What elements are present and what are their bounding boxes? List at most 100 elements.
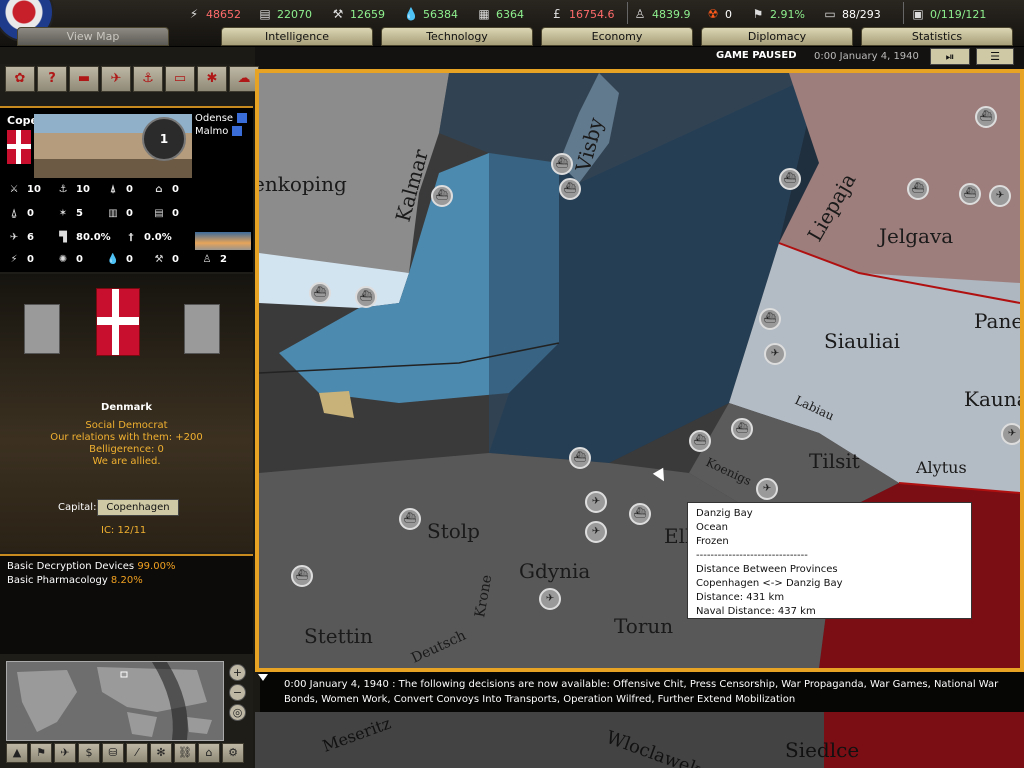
- alliance-text: We are allied.: [92, 456, 161, 467]
- aircraft-unit-icon[interactable]: ✈: [756, 478, 778, 500]
- aircraft-unit-icon[interactable]: ✈: [764, 343, 786, 365]
- coastal-fort-stat: ▤ 0: [152, 208, 179, 219]
- money-filter-icon[interactable]: $: [78, 743, 100, 763]
- ship-unit-icon[interactable]: ⛴: [907, 178, 929, 200]
- terrain-filter-icon[interactable]: ▲: [6, 743, 28, 763]
- adjacent-province-item[interactable]: Odense: [195, 112, 248, 125]
- rocket-icon: ⍋: [110, 184, 116, 195]
- map-lower-strip[interactable]: Meseritz Wloclawek Siedlce: [255, 712, 1024, 768]
- rocket-stat: ⍋ 0: [106, 184, 133, 195]
- partisan-filter-icon[interactable]: ⌂: [198, 743, 220, 763]
- supply-filter-icon[interactable]: ✈: [54, 743, 76, 763]
- head-of-state-portrait[interactable]: [24, 304, 60, 354]
- lower-map-canvas: Meseritz Wloclawek Siedlce: [320, 714, 859, 768]
- industry-filter-icon[interactable]: ⛓: [174, 743, 196, 763]
- resource-filter-icon[interactable]: ⛁: [102, 743, 124, 763]
- infrastructure-stat: ▜ 80.0%: [56, 232, 111, 243]
- radar-icon: ⌂: [155, 184, 163, 195]
- tab-view-map[interactable]: View Map: [17, 27, 169, 46]
- air-defense-stat: ✶ 5: [56, 208, 83, 219]
- air-mode-icon[interactable]: ✈: [101, 66, 131, 92]
- ship-unit-icon[interactable]: ⛴: [291, 565, 313, 587]
- ship-unit-icon[interactable]: ⛴: [629, 503, 651, 525]
- tab-diplomacy[interactable]: Diplomacy: [701, 27, 853, 46]
- capital-button[interactable]: Copenhagen: [97, 499, 179, 516]
- money-icon: £: [553, 7, 561, 21]
- province-flag: [7, 130, 31, 164]
- partisan-stat: † 0.0%: [124, 232, 172, 243]
- country-flag[interactable]: [96, 288, 140, 356]
- tech-item[interactable]: Basic Decryption Devices 99.00%: [7, 561, 175, 572]
- ship-unit-icon[interactable]: ⛴: [959, 183, 981, 205]
- ship-unit-icon[interactable]: ⛴: [569, 447, 591, 469]
- nuclear-resource: ☢ 0: [705, 5, 732, 23]
- divider: [903, 2, 904, 24]
- ship-unit-icon[interactable]: ⛴: [355, 286, 377, 308]
- manpower-icon: ♙: [202, 254, 212, 265]
- help-icon[interactable]: ?: [37, 66, 67, 92]
- diplomacy-filter-icon[interactable]: ✻: [150, 743, 172, 763]
- zoom-out-button[interactable]: −: [229, 684, 246, 701]
- navy-mode-icon[interactable]: ⚓: [133, 66, 163, 92]
- tab-statistics[interactable]: Statistics: [861, 27, 1013, 46]
- message-text: 0:00 January 4, 1940 : The following dec…: [284, 679, 999, 705]
- money-resource: £16754.6: [549, 5, 614, 23]
- convoys-icon: ▣: [912, 7, 924, 21]
- tab-technology[interactable]: Technology: [381, 27, 533, 46]
- capital-label: Capital:: [58, 502, 97, 513]
- country-name: Denmark: [101, 402, 152, 413]
- province-resources: ⚡ 0 ✺ 0 💧 0 ⚒ 0 ♙ 2: [0, 250, 253, 272]
- weather-filter-icon[interactable]: ⁄: [126, 743, 148, 763]
- map-label-kauna: Kauna: [964, 387, 1020, 411]
- aircraft-unit-icon[interactable]: ✈: [539, 588, 561, 610]
- collapse-log-icon[interactable]: [258, 674, 268, 681]
- army-mode-icon[interactable]: ▬: [69, 66, 99, 92]
- map-mode-toolbar: ✿ ? ▬ ✈ ⚓ ▭ ✱ ☁: [5, 66, 259, 92]
- game-paused-label: GAME PAUSED: [716, 50, 797, 61]
- ship-unit-icon[interactable]: ⛴: [431, 185, 453, 207]
- transport-mode-icon[interactable]: ▭: [165, 66, 195, 92]
- research-mode-icon[interactable]: ✱: [197, 66, 227, 92]
- ship-unit-icon[interactable]: ⛴: [399, 508, 421, 530]
- infantry-stat: ⚔ 10: [7, 184, 41, 195]
- ship-unit-icon[interactable]: ⛴: [731, 418, 753, 440]
- tab-intelligence[interactable]: Intelligence: [221, 27, 373, 46]
- tech-item[interactable]: Basic Pharmacology 8.20%: [7, 575, 143, 586]
- aircraft-unit-icon[interactable]: ✈: [585, 491, 607, 513]
- menu-button[interactable]: ☰: [976, 48, 1014, 65]
- minimap[interactable]: [6, 661, 224, 741]
- government-type: Social Democrat: [85, 420, 168, 431]
- map-filter-toolbar: ▲ ⚑ ✈ $ ⛁ ⁄ ✻ ⛓ ⌂ ⚙: [6, 743, 244, 763]
- partisan-icon: †: [128, 232, 134, 243]
- head-of-government-portrait[interactable]: [184, 304, 220, 354]
- ship-unit-icon[interactable]: ⛴: [975, 106, 997, 128]
- ship-unit-icon[interactable]: ⛴: [309, 282, 331, 304]
- manpower-resource: ♙ 4839.9: [632, 5, 691, 23]
- map-label-wloclawek: Wloclawek: [603, 727, 704, 768]
- latvia-province[interactable]: [779, 73, 1020, 283]
- tab-economy[interactable]: Economy: [541, 27, 693, 46]
- ship-unit-icon[interactable]: ⛴: [759, 308, 781, 330]
- settings-filter-icon[interactable]: ⚙: [222, 743, 244, 763]
- airbase-icon: ✈: [9, 232, 19, 243]
- zoom-reset-button[interactable]: ◎: [229, 704, 246, 721]
- aircraft-unit-icon[interactable]: ✈: [989, 185, 1011, 207]
- aircraft-unit-icon[interactable]: ✈: [1001, 423, 1020, 445]
- supplies-icon: ▦: [478, 7, 490, 21]
- zoom-in-button[interactable]: +: [229, 664, 246, 681]
- adjacent-province-item[interactable]: Malmo: [195, 125, 247, 138]
- manpower-icon: ♙: [634, 7, 646, 21]
- political-filter-icon[interactable]: ⚑: [30, 743, 52, 763]
- ship-unit-icon[interactable]: ⛴: [551, 153, 573, 175]
- square-icon: [232, 126, 243, 136]
- rare-materials-resource: ⚒ 12659: [330, 5, 385, 23]
- ship-unit-icon[interactable]: ⛴: [779, 168, 801, 190]
- province-panel: Copenhagen 1 Odense Malmo ⚔10 ⚓10 ⍋0 ⌂0 …: [0, 106, 253, 272]
- play-pause-button[interactable]: ⏯: [930, 48, 970, 65]
- production-mode-icon[interactable]: ✿: [5, 66, 35, 92]
- ship-unit-icon[interactable]: ⛴: [689, 430, 711, 452]
- nuclear-reactor-stat: ⍙ 0: [7, 208, 34, 219]
- aircraft-unit-icon[interactable]: ✈: [585, 521, 607, 543]
- ship-unit-icon[interactable]: ⛴: [559, 178, 581, 200]
- victory-points-badge: 1: [142, 117, 186, 161]
